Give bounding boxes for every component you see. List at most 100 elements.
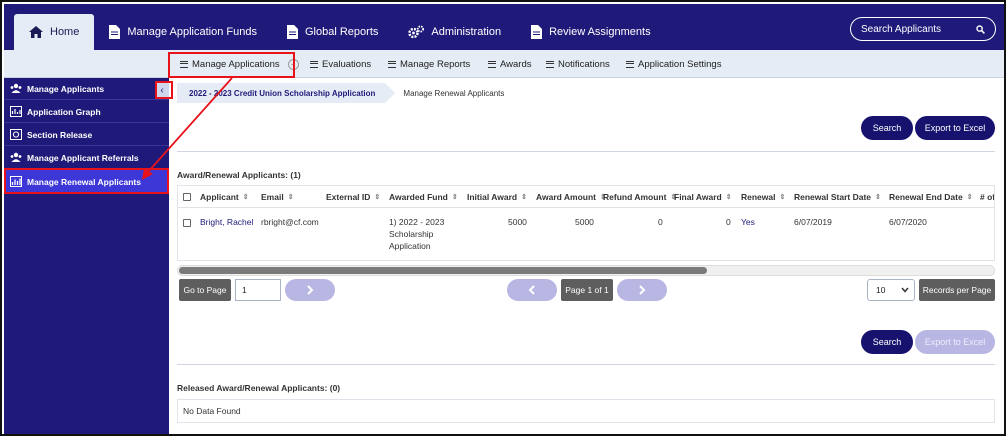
column-header-label: Renewal End Date: [889, 192, 963, 202]
subnav-notifications-label: Notifications: [558, 58, 610, 70]
go-to-page-button[interactable]: Go to Page: [179, 279, 231, 301]
nav-global-reports-label: Global Reports: [305, 26, 379, 38]
column-header-renewal[interactable]: Renewal ⇕: [741, 186, 785, 208]
column-header-label: Awarded Fund: [389, 192, 448, 202]
sort-icon: ⇕: [725, 194, 732, 201]
subnav-application-settings[interactable]: Application Settings: [626, 50, 721, 78]
sidebar-item-label: Manage Applicant Referrals: [27, 152, 139, 163]
subnav-manage-reports-label: Manage Reports: [400, 58, 471, 70]
subnav-evaluations[interactable]: Evaluations: [310, 50, 371, 78]
sidebar-item-section-release[interactable]: Section Release: [4, 124, 169, 146]
records-per-page-button[interactable]: Records per Page: [919, 279, 995, 301]
users-icon: [10, 83, 22, 93]
nav-home[interactable]: Home: [14, 14, 95, 50]
page-info: Page 1 of 1: [561, 279, 613, 301]
go-to-page-label: Go to Page: [183, 285, 227, 295]
row-checkbox[interactable]: [183, 218, 191, 230]
breadcrumb-application[interactable]: 2022 - 2023 Credit Union Scholarship App…: [177, 83, 396, 103]
records-per-page-label: Records per Page: [922, 285, 992, 295]
export-excel-button-bottom[interactable]: Export to Excel: [915, 330, 995, 354]
column-header-award-amount[interactable]: Award Amount ⇕: [536, 186, 606, 208]
awards-table: Applicant ⇕ Email ⇕ External ID ⇕ Awarded F…: [177, 185, 995, 261]
document-icon: [109, 25, 121, 39]
subnav-manage-reports[interactable]: Manage Reports: [388, 50, 470, 78]
column-header-label: External ID: [326, 192, 371, 202]
graph-icon: [10, 106, 22, 117]
chevron-left-icon: [528, 285, 535, 295]
breadcrumb-current: Manage Renewal Applicants: [385, 89, 504, 98]
records-per-page-select[interactable]: 10: [867, 279, 915, 301]
sort-icon: ⇕: [966, 194, 973, 201]
previous-page-button[interactable]: [507, 279, 557, 301]
column-header-number-of[interactable]: # of: [980, 186, 994, 208]
subnav-awards[interactable]: Awards: [488, 50, 532, 78]
column-header-label: Renewal Start Date: [794, 192, 871, 202]
sidebar-item-manage-applicants[interactable]: Manage Applicants: [4, 78, 169, 100]
renewal-cell[interactable]: Yes: [741, 216, 755, 228]
search-button[interactable]: Search: [861, 116, 913, 140]
sort-icon: ⇕: [287, 194, 294, 201]
nav-administration[interactable]: Administration: [393, 14, 516, 50]
go-page-next-button[interactable]: [285, 279, 335, 301]
table-header-row: Applicant ⇕ Email ⇕ External ID ⇕ Awarded F…: [178, 186, 994, 208]
page-info-label: Page 1 of 1: [565, 285, 609, 295]
section-release-icon: [10, 129, 22, 140]
column-header-label: Renewal: [741, 192, 776, 202]
award-amount-cell: 5000: [575, 217, 594, 227]
sidebar: Manage Applicants Application Graph Sect…: [4, 78, 169, 434]
column-header-final-award[interactable]: Final Award ⇕: [674, 186, 732, 208]
fund-line: 1) 2022 - 2023: [389, 217, 445, 227]
breadcrumb: 2022 - 2023 Credit Union Scholarship App…: [177, 83, 504, 103]
nav-global-reports[interactable]: Global Reports: [272, 14, 393, 50]
column-header-label: Initial Award: [467, 192, 518, 202]
subnav-notifications[interactable]: Notifications: [546, 50, 610, 78]
sidebar-item-application-graph[interactable]: Application Graph: [4, 101, 169, 123]
released-table-title: Released Award/Renewal Applicants: (0): [177, 383, 341, 393]
nav-manage-application-funds[interactable]: Manage Application Funds: [94, 14, 272, 50]
sidebar-item-label: Section Release: [27, 129, 93, 140]
export-excel-button[interactable]: Export to Excel: [915, 116, 995, 140]
next-page-button[interactable]: [617, 279, 667, 301]
applicant-link[interactable]: Bright, Rachel: [200, 216, 253, 228]
scrollbar-thumb[interactable]: [179, 267, 707, 274]
users-icon: [10, 152, 22, 162]
column-header-label: Final Award: [674, 192, 722, 202]
no-data-text: No Data Found: [183, 406, 241, 416]
column-header-awarded-fund[interactable]: Awarded Fund ⇕: [389, 186, 458, 208]
column-header-applicant[interactable]: Applicant ⇕: [200, 186, 249, 208]
column-header-renewal-end-date[interactable]: Renewal End Date ⇕: [889, 186, 973, 208]
pager: Go to Page 1 Page 1 of 1 10 Records per …: [177, 279, 995, 303]
page-number-input[interactable]: 1: [235, 279, 281, 301]
column-header-renewal-start-date[interactable]: Renewal Start Date ⇕: [794, 186, 881, 208]
subnav-evaluations-label: Evaluations: [322, 58, 372, 70]
highlight-collapse-button: [155, 81, 173, 99]
select-all-checkbox[interactable]: [183, 186, 191, 208]
renewal-start-cell: 6/07/2019: [794, 217, 832, 227]
initial-award-cell: 5000: [508, 217, 527, 227]
breadcrumb-current-label: Manage Renewal Applicants: [403, 88, 505, 98]
search-applicants-label: Search Applicants: [861, 23, 942, 35]
column-header-initial-award[interactable]: Initial Award ⇕: [467, 186, 527, 208]
sub-navbar: Manage Applications ✓ Evaluations Manage…: [4, 50, 1004, 78]
column-header-email[interactable]: Email ⇕: [261, 186, 294, 208]
nav-review-assignments[interactable]: Review Assignments: [516, 14, 666, 50]
page-number-value: 1: [242, 285, 247, 295]
refund-amount-cell: 0: [658, 217, 663, 227]
nav-manage-application-funds-label: Manage Application Funds: [127, 26, 257, 38]
checkbox[interactable]: [183, 219, 191, 227]
sidebar-item-label: Application Graph: [27, 106, 101, 117]
document-icon: [531, 25, 543, 39]
search-button-bottom[interactable]: Search: [861, 330, 913, 354]
subnav-application-settings-label: Application Settings: [638, 58, 722, 70]
checkbox[interactable]: [183, 193, 191, 201]
awarded-fund-cell: 1) 2022 - 2023 Scholarship Application: [389, 216, 444, 252]
horizontal-scrollbar[interactable]: [177, 265, 995, 276]
menu-icon: [310, 60, 318, 68]
chevron-down-icon: [901, 287, 909, 293]
search-applicants-input[interactable]: Search Applicants: [850, 17, 996, 41]
column-header-refund-amount[interactable]: Refund Amount ⇕: [603, 186, 676, 208]
sidebar-item-manage-applicant-referrals[interactable]: Manage Applicant Referrals: [4, 147, 169, 169]
search-icon: [976, 24, 985, 34]
column-header-external-id[interactable]: External ID ⇕: [326, 186, 380, 208]
top-nav: Home Manage Application Funds Global Rep…: [14, 14, 666, 50]
